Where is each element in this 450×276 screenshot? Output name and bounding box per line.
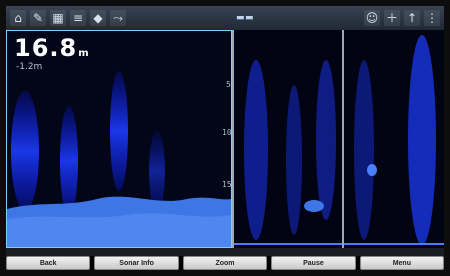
more-icon[interactable]: ⋮ (424, 10, 440, 26)
depth-readout: 16.8m (14, 36, 89, 60)
layers-icon[interactable]: ≡ (70, 10, 86, 26)
depth-tick: 5 (226, 80, 231, 89)
person-icon[interactable]: ☺ (364, 10, 380, 26)
depth-tick: 10 (222, 128, 232, 137)
waypoint-icon[interactable]: ◆ (90, 10, 106, 26)
sonar-pane-middle[interactable] (232, 30, 342, 248)
home-icon[interactable]: ⌂ (10, 10, 26, 26)
softkey-row: Back Sonar Info Zoom Pause Menu (6, 256, 445, 270)
depth-unit: m (78, 48, 89, 59)
grid-icon[interactable]: ▦ (50, 10, 66, 26)
pause-button[interactable]: Pause (271, 256, 356, 270)
top-toolbar: ⌂ ✎ ▦ ≡ ◆ ⤳ ▬▬ ☺ ＋ ↑ ⋮ (6, 6, 444, 30)
plus-icon[interactable]: ＋ (384, 10, 400, 26)
route-icon[interactable]: ⤳ (110, 10, 126, 26)
sonar-image-right (344, 30, 444, 248)
sonar-image-middle (234, 30, 342, 248)
softkey-bar (6, 248, 444, 256)
sonar-info-button[interactable]: Sonar Info (94, 256, 179, 270)
sonar-screen: ⌂ ✎ ▦ ≡ ◆ ⤳ ▬▬ ☺ ＋ ↑ ⋮ 16.8m -1.2m 5 10 … (0, 0, 450, 276)
temperature-readout: -1.2m (16, 62, 43, 72)
sonar-pane-right[interactable] (342, 30, 444, 248)
menu-button[interactable]: Menu (359, 256, 445, 270)
zoom-button[interactable]: Zoom (182, 256, 268, 270)
pen-icon[interactable]: ✎ (30, 10, 46, 26)
depth-tick: 15 (222, 180, 232, 189)
arrow-up-icon[interactable]: ↑ (404, 10, 420, 26)
status-readout: ▬▬ (235, 13, 254, 23)
back-button[interactable]: Back (6, 256, 91, 270)
depth-value: 16.8 (14, 34, 78, 62)
